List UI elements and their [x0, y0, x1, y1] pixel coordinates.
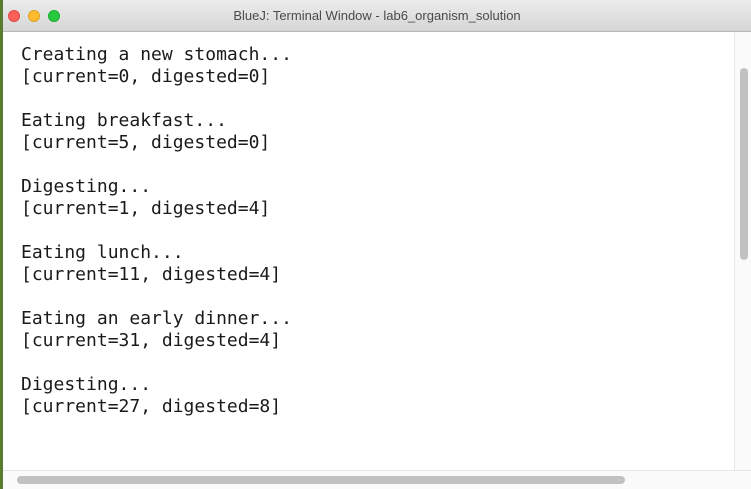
vertical-scrollbar[interactable]	[734, 32, 751, 470]
terminal-line: Digesting...	[21, 374, 152, 395]
terminal-line: Eating an early dinner...	[21, 308, 292, 329]
terminal-line: Digesting...	[21, 176, 152, 197]
title-bar[interactable]: BlueJ: Terminal Window - lab6_organism_s…	[3, 0, 751, 32]
terminal-output[interactable]: Creating a new stomach... [current=0, di…	[3, 32, 734, 469]
terminal-line: [current=11, digested=4]	[21, 264, 282, 285]
terminal-line: Eating breakfast...	[21, 110, 227, 131]
terminal-line: [current=0, digested=0]	[21, 66, 271, 87]
vertical-scrollbar-thumb[interactable]	[740, 68, 748, 260]
horizontal-scrollbar-thumb[interactable]	[17, 476, 625, 484]
terminal-line: [current=5, digested=0]	[21, 132, 271, 153]
terminal-line: [current=1, digested=4]	[21, 198, 271, 219]
window-title: BlueJ: Terminal Window - lab6_organism_s…	[233, 8, 521, 23]
terminal-line: Creating a new stomach...	[21, 44, 292, 65]
horizontal-scrollbar[interactable]	[3, 470, 751, 489]
terminal-line: [current=31, digested=4]	[21, 330, 282, 351]
terminal-line: Eating lunch...	[21, 242, 184, 263]
terminal-line: [current=27, digested=8]	[21, 396, 282, 417]
terminal-window: BlueJ: Terminal Window - lab6_organism_s…	[0, 0, 751, 489]
